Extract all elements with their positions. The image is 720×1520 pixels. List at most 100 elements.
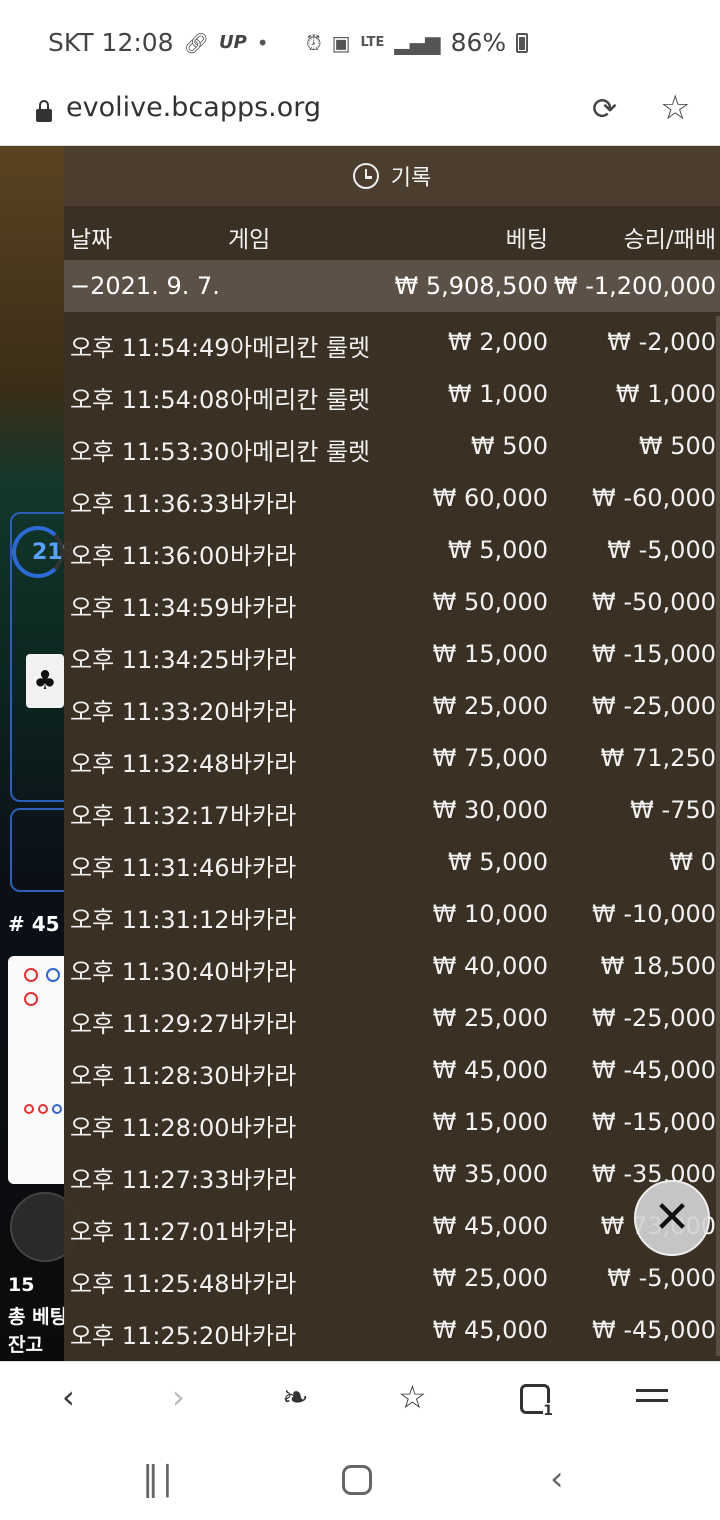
- history-row[interactable]: 오후 11:27:01바카라₩ 45,000₩ 73,000: [64, 1196, 720, 1248]
- history-row[interactable]: 오후 11:53:30 아메리칸 룰렛 ₩ 500 ₩ 500: [64, 416, 720, 468]
- battery-percent: 86%: [450, 28, 507, 57]
- row-result: ₩ -25,000: [592, 1004, 716, 1032]
- row-result: ₩ 18,500: [600, 952, 716, 980]
- row-bet: ₩ 5,000: [447, 536, 548, 564]
- row-result: ₩ 71,250: [600, 744, 716, 772]
- column-result: 승리/패배: [623, 227, 716, 253]
- url-text[interactable]: evolive.bcapps.org: [66, 92, 321, 123]
- close-icon: ✕: [653, 1192, 691, 1243]
- lock-icon[interactable]: [36, 100, 52, 122]
- row-game: 바카라: [230, 1166, 297, 1194]
- status-right: ⏰︎ ▣ LTE ▂▄▆ 86%: [306, 28, 529, 57]
- history-row[interactable]: 오후 11:34:59 바카라 ₩ 50,000 ₩ -50,000: [64, 572, 720, 624]
- date-summary-row[interactable]: −2021. 9. 7. ₩ 5,908,500 ₩ -1,200,000: [64, 260, 720, 312]
- row-time: 오후 11:34:59: [70, 594, 230, 622]
- row-result: ₩ 1,000: [615, 380, 716, 408]
- close-button[interactable]: ✕: [634, 1180, 710, 1256]
- history-row[interactable]: 오후 11:32:48 바카라 ₩ 75,000 ₩ 71,250: [64, 728, 720, 780]
- history-list[interactable]: 오후 11:54:49 아메리칸 룰렛 ₩ 2,000 ₩ -2,000 오후 11:5…: [64, 312, 720, 1361]
- row-result: ₩ -5,000: [607, 1264, 716, 1292]
- history-row[interactable]: 오후 11:31:46 바카라 ₩ 5,000 ₩ 0: [64, 832, 720, 884]
- system-back-icon[interactable]: ‹: [550, 1459, 564, 1499]
- history-row[interactable]: 오후 11:33:20 바카라 ₩ 25,000 ₩ -25,000: [64, 676, 720, 728]
- row-game: 바카라: [230, 1322, 297, 1350]
- history-row[interactable]: 오후 11:25:20 바카라 ₩ 45,000 ₩ -45,000: [64, 1300, 720, 1352]
- row-game: 아메리칸 룰렛: [230, 386, 371, 414]
- row-bet: ₩ 500: [470, 432, 548, 460]
- back-arrow-icon[interactable]: ‹: [62, 1378, 75, 1416]
- scrollbar[interactable]: [716, 316, 720, 1356]
- history-row[interactable]: 오후 11:32:17 바카라 ₩ 30,000 ₩ -750: [64, 780, 720, 832]
- row-time: 오후 11:25:48: [70, 1270, 230, 1298]
- row-time: 오후 11:27:33: [70, 1166, 230, 1194]
- row-bet: ₩ 45,000: [432, 1212, 548, 1240]
- row-result: ₩ -15,000: [592, 1108, 716, 1136]
- history-row[interactable]: 오후 11:54:08 아메리칸 룰렛 ₩ 1,000 ₩ 1,000: [64, 364, 720, 416]
- total-bet-label: 총 베팅: [8, 1306, 68, 1328]
- clock-history-icon: [352, 163, 379, 189]
- home-icon[interactable]: [342, 1465, 372, 1495]
- history-row[interactable]: 오후 11:28:00 바카라 ₩ 15,000 ₩ -15,000: [64, 1092, 720, 1144]
- row-time: 오후 11:36:00: [70, 542, 230, 570]
- summary-date: −2021. 9. 7.: [70, 272, 220, 300]
- row-bet: ₩ 30,000: [432, 796, 548, 824]
- bet-panel-secondary: [10, 808, 64, 892]
- row-bet: ₩ 50,000: [432, 588, 548, 616]
- row-time: 오후 11:29:27: [70, 1010, 230, 1038]
- history-row[interactable]: 오후 11:27:33 바카라 ₩ 35,000 ₩ -35,000: [64, 1144, 720, 1196]
- row-game: 바카라: [230, 750, 297, 778]
- row-result: ₩ -45,000: [592, 1316, 716, 1344]
- history-row[interactable]: 오후 11:31:12 바카라 ₩ 10,000 ₩ -10,000: [64, 884, 720, 936]
- star-icon[interactable]: ☆: [398, 1378, 427, 1416]
- row-bet: ₩ 25,000: [432, 692, 548, 720]
- row-game: 바카라: [230, 490, 297, 518]
- row-game: 바카라: [230, 802, 297, 830]
- history-row[interactable]: 오후 11:36:33 바카라 ₩ 60,000 ₩ -60,000: [64, 468, 720, 520]
- summary-bet: ₩ 5,908,500: [394, 272, 548, 300]
- alarm-icon: ⏰︎: [306, 30, 322, 55]
- row-bet: ₩ 5,000: [447, 848, 548, 876]
- row-time: 오후 11:31:12: [70, 906, 230, 934]
- address-bar[interactable]: evolive.bcapps.org ⟳ ☆: [0, 84, 720, 146]
- row-bet: ₩ 75,000: [432, 744, 548, 772]
- row-time: 오후 11:54:08: [70, 386, 230, 414]
- forward-arrow-icon[interactable]: ›: [172, 1378, 185, 1416]
- column-date: 날짜: [70, 227, 113, 253]
- history-row[interactable]: 오후 11:25:48 바카라 ₩ 25,000 ₩ -5,000: [64, 1248, 720, 1300]
- add-bookmark-icon[interactable]: ☆: [660, 88, 690, 128]
- row-result: ₩ -750: [630, 796, 716, 824]
- row-result: ₩ -45,000: [592, 1056, 716, 1084]
- reload-icon[interactable]: ⟳: [592, 92, 617, 127]
- tabs-icon: 1: [520, 1384, 553, 1419]
- row-game: 바카라: [230, 1010, 297, 1038]
- battery-icon: [516, 32, 529, 53]
- history-row[interactable]: 오후 11:30:40 바카라 ₩ 40,000 ₩ 18,500: [64, 936, 720, 988]
- row-result: ₩ 0: [669, 848, 716, 876]
- row-game: 바카라: [230, 698, 297, 726]
- row-game: 아메리칸 룰렛: [230, 334, 371, 362]
- row-game: 바카라: [230, 1062, 297, 1090]
- tabs-button[interactable]: 1: [520, 1384, 553, 1419]
- row-bet: ₩ 25,000: [432, 1264, 548, 1292]
- history-row[interactable]: 오후 11:54:49 아메리칸 룰렛 ₩ 2,000 ₩ -2,000: [64, 312, 720, 364]
- timer-percent: 21%: [12, 526, 85, 578]
- status-bar: SKT 12:08 🔗︎ UP • ⏰︎ ▣ LTE ▂▄▆ 86%: [0, 0, 720, 84]
- menu-icon[interactable]: [636, 1382, 668, 1409]
- recent-apps-icon[interactable]: ‖∣: [142, 1459, 176, 1499]
- row-game: 바카라: [230, 958, 297, 986]
- row-time: 오후 11:28:00: [70, 1114, 230, 1142]
- history-row[interactable]: 오후 11:36:00 바카라 ₩ 5,000 ₩ -5,000: [64, 520, 720, 572]
- row-result: ₩ 500: [638, 432, 716, 460]
- row-game: 바카라: [230, 1114, 297, 1142]
- web-page: 21% ♣ # 45 15 총 베팅 잔고 기록 날짜 게임 베팅 승리/패배 …: [0, 146, 720, 1361]
- history-row[interactable]: 오후 11:28:30 바카라 ₩ 45,000 ₩ -45,000: [64, 1040, 720, 1092]
- row-bet: ₩ 15,000: [432, 640, 548, 668]
- leaf-home-icon[interactable]: ❧: [282, 1378, 309, 1416]
- row-bet: ₩ 15,000: [432, 1108, 548, 1136]
- column-game: 게임: [228, 227, 271, 253]
- row-result: ₩ -2,000: [607, 328, 716, 356]
- history-row[interactable]: 오후 11:29:27 바카라 ₩ 25,000 ₩ -25,000: [64, 988, 720, 1040]
- row-result: ₩ -15,000: [592, 640, 716, 668]
- history-row[interactable]: 오후 11:34:25 바카라 ₩ 15,000 ₩ -15,000: [64, 624, 720, 676]
- row-time: 오후 11:36:33: [70, 490, 230, 518]
